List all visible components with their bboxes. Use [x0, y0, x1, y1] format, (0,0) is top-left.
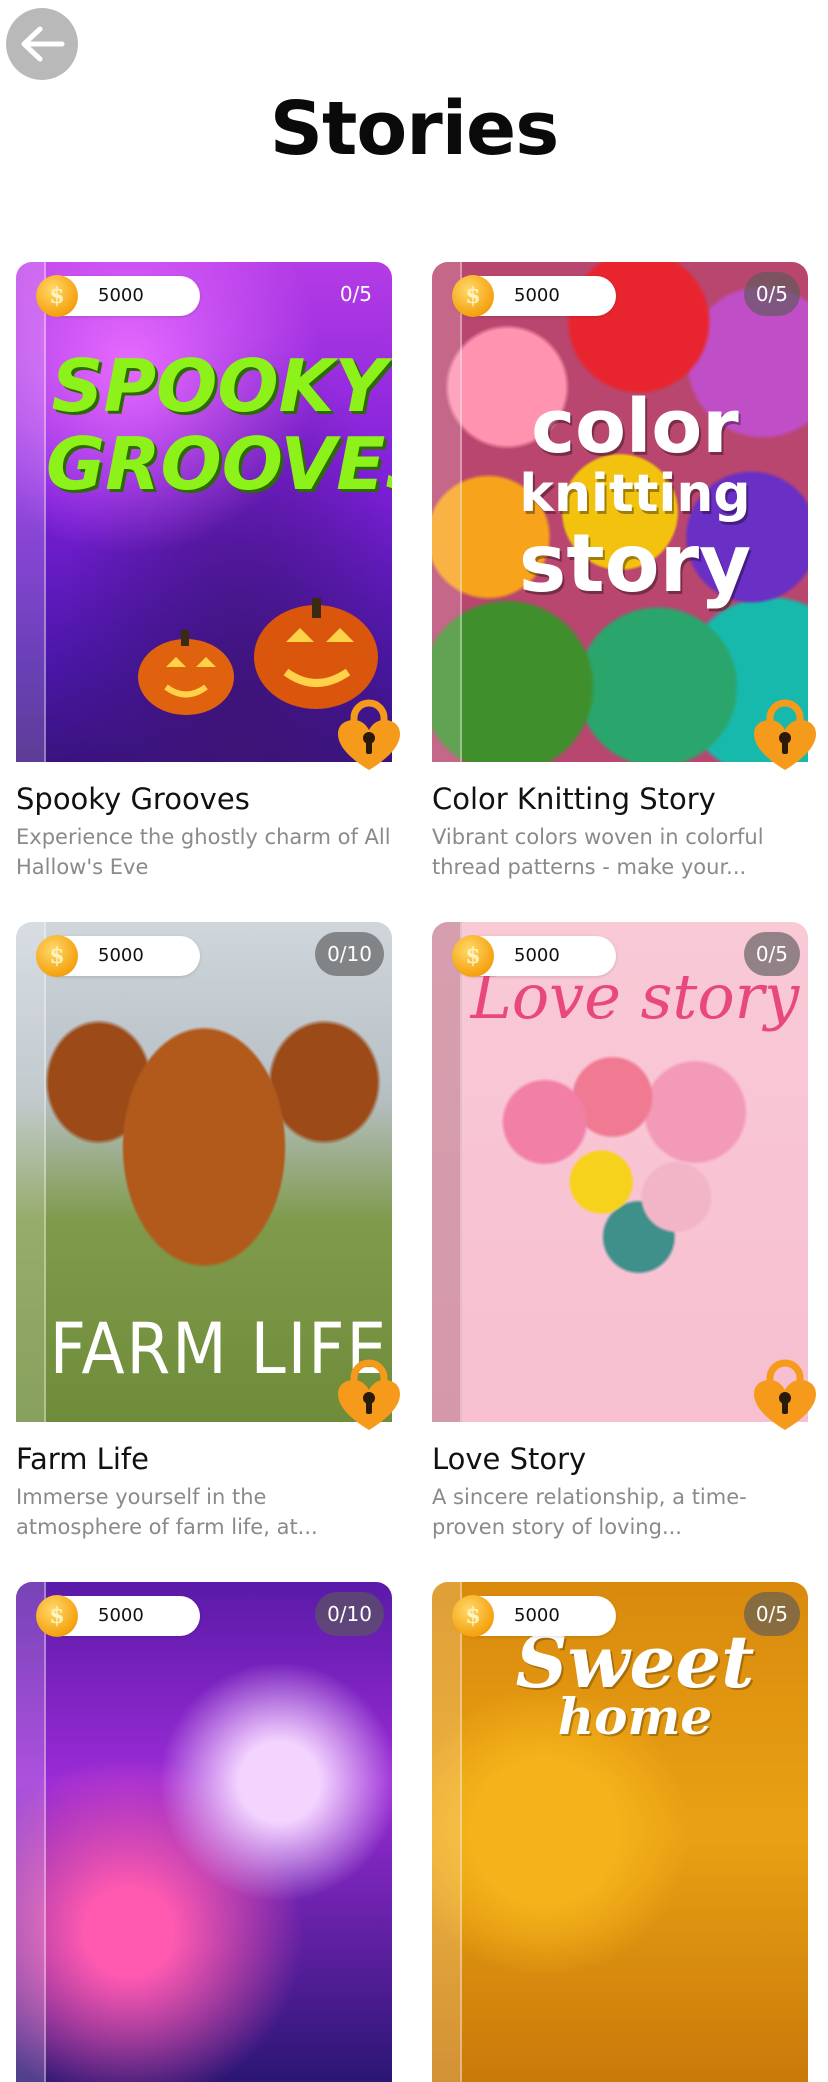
coin-value: 5000: [98, 945, 144, 966]
story-card[interactable]: Love story $ 5000 0/5 Love Story A since…: [432, 922, 816, 1542]
story-card[interactable]: SPOOKY GROOVES $ 5000 0/5 Spooky Grooves…: [16, 262, 400, 882]
story-title: Love Story: [432, 1442, 587, 1476]
cover-title-line: home: [557, 1687, 713, 1746]
coin-icon: $: [452, 275, 494, 317]
coin-value: 5000: [98, 285, 144, 306]
page-title: Stories: [269, 86, 560, 172]
progress-badge: 0/5: [743, 932, 800, 976]
book-spine: [432, 262, 462, 762]
coin-value: 5000: [514, 285, 560, 306]
story-cover[interactable]: $ 5000 0/10: [16, 1582, 392, 2082]
story-card[interactable]: Sweet home $ 5000 0/5: [432, 1582, 808, 2082]
story-description: Vibrant colors woven in colorful thread …: [432, 825, 764, 879]
book-spine: [432, 1582, 462, 2082]
cover-title-line: story: [518, 517, 752, 610]
story-title: Color Knitting Story: [432, 782, 716, 816]
story-title: Spooky Grooves: [16, 782, 250, 816]
coin-price: $ 5000: [36, 275, 200, 317]
cover-title: SPOOKY GROOVES: [46, 350, 392, 500]
story-cover[interactable]: SPOOKY GROOVES $ 5000 0/5: [16, 262, 392, 762]
lock-icon: [338, 699, 400, 770]
coin-value: 5000: [98, 1605, 144, 1626]
coin-icon: $: [452, 935, 494, 977]
lock-icon: [338, 1359, 400, 1430]
progress-badge: 0/10: [315, 1592, 384, 1636]
book-spine: [432, 922, 462, 1422]
cover-title-line: GROOVES: [46, 422, 392, 506]
coin-icon: $: [36, 935, 78, 977]
arrow-left-icon: [21, 26, 65, 62]
coin-value: 5000: [514, 945, 560, 966]
back-button[interactable]: [6, 8, 78, 80]
progress-badge: 0/10: [315, 932, 384, 976]
cover-title-line: color: [531, 384, 739, 470]
story-cover[interactable]: Sweet home $ 5000 0/5: [432, 1582, 808, 2082]
coin-icon: $: [36, 275, 78, 317]
book-spine: [16, 262, 46, 762]
story-cover[interactable]: color knitting story $ 5000 0/5: [432, 262, 808, 762]
cover-title-line: knitting: [519, 464, 751, 524]
coin-value: 5000: [514, 1605, 560, 1626]
lock-icon: [754, 699, 816, 770]
story-card[interactable]: FARM LIFE $ 5000 0/10 Farm Life Immerse …: [16, 922, 400, 1542]
coin-icon: $: [36, 1595, 78, 1637]
story-description: Immerse yourself in the atmosphere of fa…: [16, 1485, 318, 1539]
book-spine: [16, 922, 46, 1422]
progress-badge: 0/5: [743, 1592, 800, 1636]
cover-title: color knitting story: [462, 390, 808, 604]
coin-price: $ 5000: [452, 275, 616, 317]
coin-price: $ 5000: [452, 1595, 616, 1637]
story-cover[interactable]: Love story $ 5000 0/5: [432, 922, 808, 1422]
coin-icon: $: [452, 1595, 494, 1637]
coin-price: $ 5000: [452, 935, 616, 977]
progress-badge: 0/5: [339, 282, 372, 306]
story-cover[interactable]: FARM LIFE $ 5000 0/10: [16, 922, 392, 1422]
cover-title-line: SPOOKY: [51, 344, 387, 428]
story-card[interactable]: color knitting story $ 5000 0/5 Color Kn…: [432, 262, 816, 882]
story-card[interactable]: $ 5000 0/10: [16, 1582, 392, 2082]
story-description: A sincere relationship, a time-proven st…: [432, 1485, 747, 1539]
cover-title: Sweet home: [462, 1626, 808, 1742]
progress-badge: 0/5: [743, 272, 800, 316]
lock-icon: [754, 1359, 816, 1430]
story-title: Farm Life: [16, 1442, 149, 1476]
coin-price: $ 5000: [36, 1595, 200, 1637]
story-description: Experience the ghostly charm of All Hall…: [16, 825, 391, 879]
book-spine: [16, 1582, 46, 2082]
coin-price: $ 5000: [36, 935, 200, 977]
